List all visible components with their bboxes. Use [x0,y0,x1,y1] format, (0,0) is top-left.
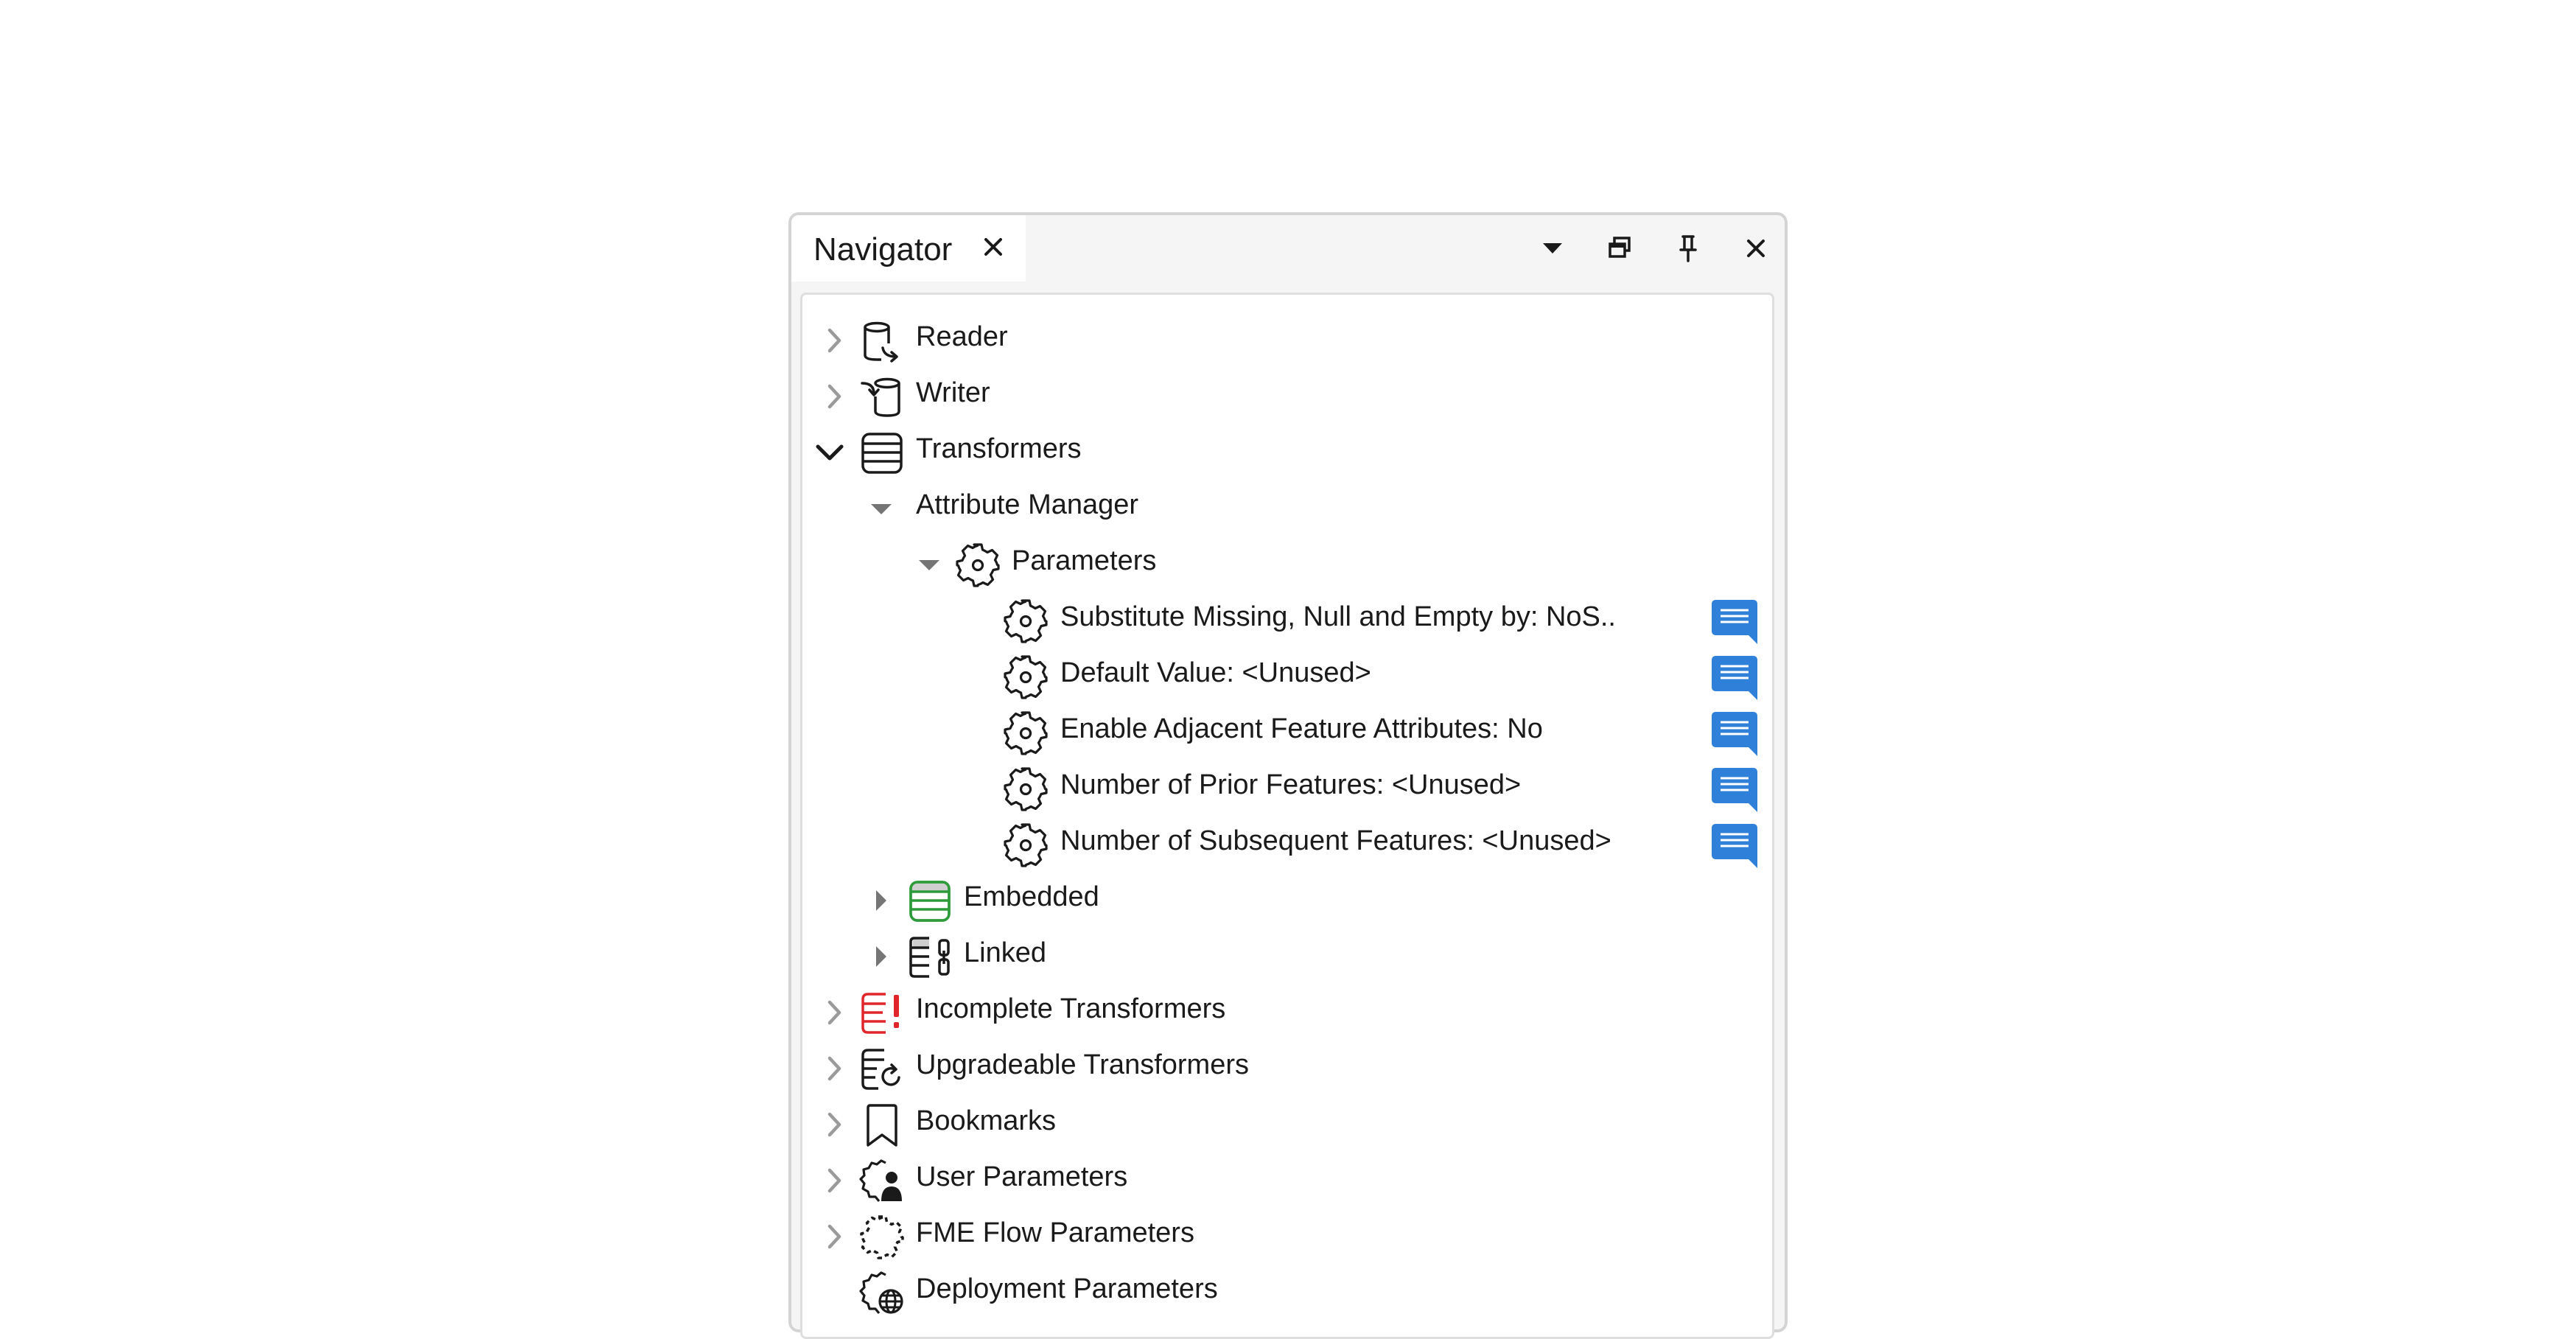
tree-item-deployment-parameters[interactable]: Deployment Parameters [802,1265,1772,1321]
tree-item-writer[interactable]: Writer [802,368,1772,424]
navigator-tree: Reader Writer Transformers Attribute Man… [800,293,1774,1339]
tree-item-label: Bookmarks [916,1105,1057,1136]
tree-item-linked[interactable]: Linked [802,929,1772,985]
gear-icon [1003,822,1049,868]
tree-item-flow-parameters[interactable]: FME Flow Parameters [802,1209,1772,1265]
chevron-right-icon[interactable] [819,1054,849,1083]
triangle-down-icon[interactable] [867,494,896,523]
writer-icon [859,374,905,420]
navigator-panel: Navigator Reader Writer Transformers Att… [788,212,1788,1339]
tree-item-bookmarks[interactable]: Bookmarks [802,1097,1772,1153]
tree-item-parameter[interactable]: Number of Prior Features: <Unused> [802,761,1772,817]
tree-item-label: Number of Subsequent Features: <Unused> [1060,825,1611,856]
tree-item-parameters[interactable]: Parameters [802,536,1772,592]
triangle-right-icon[interactable] [866,942,895,971]
panel-titlebar: Navigator [791,215,1785,282]
gear-icon [1003,766,1049,812]
tree-item-user-parameters[interactable]: User Parameters [802,1153,1772,1209]
bookmark-icon [859,1102,905,1148]
triangle-right-icon[interactable] [866,886,895,915]
gear-icon [955,542,1001,588]
chevron-right-icon[interactable] [819,998,849,1027]
tree-item-parameter[interactable]: Enable Adjacent Feature Attributes: No [802,705,1772,761]
tree-item-label: Linked [964,937,1046,968]
flow-parameters-icon [859,1214,905,1260]
tree-item-label: Incomplete Transformers [916,993,1226,1024]
pin-icon[interactable] [1671,231,1705,265]
tree-item-label: FME Flow Parameters [916,1217,1194,1248]
note-icon[interactable] [1710,822,1759,870]
tab-close-icon[interactable] [979,233,1007,261]
note-icon[interactable] [1710,654,1759,702]
tab-title: Navigator [813,231,953,268]
tree-item-reader[interactable]: Reader [802,312,1772,368]
tree-item-label: Reader [916,321,1008,352]
linked-icon [907,934,953,980]
tree-item-label: Default Value: <Unused> [1060,657,1371,688]
tree-item-incomplete-transformers[interactable]: Incomplete Transformers [802,985,1772,1041]
tree-item-label: Substitute Missing, Null and Empty by: N… [1060,601,1616,632]
tree-item-label: Number of Prior Features: <Unused> [1060,769,1522,800]
reader-icon [859,318,905,364]
chevron-right-icon[interactable] [819,1166,849,1195]
user-parameters-icon [859,1158,905,1204]
transformers-icon [859,430,905,476]
gear-icon [1003,654,1049,700]
chevron-right-icon[interactable] [819,1222,849,1251]
note-icon[interactable] [1710,766,1759,814]
tree-item-label: Upgradeable Transformers [916,1049,1249,1080]
tree-item-label: Embedded [964,881,1099,912]
tree-item-label: Attribute Manager [916,489,1139,520]
tree-item-label: Enable Adjacent Feature Attributes: No [1060,713,1543,744]
tree-item-label: User Parameters [916,1161,1128,1192]
tree-item-label: Writer [916,377,990,408]
tree-item-label: Transformers [916,433,1082,464]
tree-item-parameter[interactable]: Number of Subsequent Features: <Unused> [802,817,1772,873]
tree-item-upgradeable-transformers[interactable]: Upgradeable Transformers [802,1041,1772,1097]
tree-item-embedded[interactable]: Embedded [802,873,1772,929]
triangle-down-icon[interactable] [914,550,944,579]
deployment-parameters-icon [859,1270,905,1316]
incomplete-icon [859,990,905,1036]
upgradeable-icon [859,1046,905,1092]
chevron-right-icon[interactable] [819,1110,849,1139]
tree-item-transformers[interactable]: Transformers [802,424,1772,480]
tree-item-parameter[interactable]: Default Value: <Unused> [802,648,1772,705]
chevron-down-icon[interactable] [815,438,844,467]
embedded-icon [907,878,953,924]
note-icon[interactable] [1710,710,1759,758]
chevron-right-icon[interactable] [819,326,849,355]
note-icon[interactable] [1710,598,1759,646]
chevron-right-icon[interactable] [819,382,849,411]
tab-navigator[interactable]: Navigator [791,215,1026,282]
tree-item-label: Deployment Parameters [916,1273,1218,1304]
tree-item-parameter[interactable]: Substitute Missing, Null and Empty by: N… [802,592,1772,648]
gear-icon [1003,598,1049,644]
tree-item-attribute-manager[interactable]: Attribute Manager [802,480,1772,536]
close-icon[interactable] [1739,231,1773,265]
chevron-down-icon[interactable] [1536,231,1569,265]
gear-icon [1003,710,1049,756]
tree-item-label: Parameters [1012,545,1157,576]
restore-icon[interactable] [1603,231,1637,265]
